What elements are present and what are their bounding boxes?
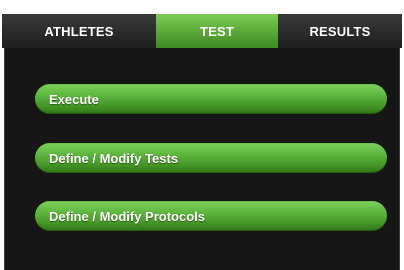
tab-test[interactable]: TEST: [156, 14, 278, 48]
define-modify-tests-button[interactable]: Define / Modify Tests: [35, 143, 387, 173]
define-modify-protocols-button[interactable]: Define / Modify Protocols: [35, 201, 387, 231]
tab-athletes[interactable]: ATHLETES: [2, 14, 156, 48]
app-window: ATHLETES TEST RESULTS Execute Define / M…: [0, 0, 404, 270]
tab-results[interactable]: RESULTS: [278, 14, 402, 48]
main-tab-bar: ATHLETES TEST RESULTS: [2, 14, 402, 48]
execute-button[interactable]: Execute: [35, 84, 387, 114]
